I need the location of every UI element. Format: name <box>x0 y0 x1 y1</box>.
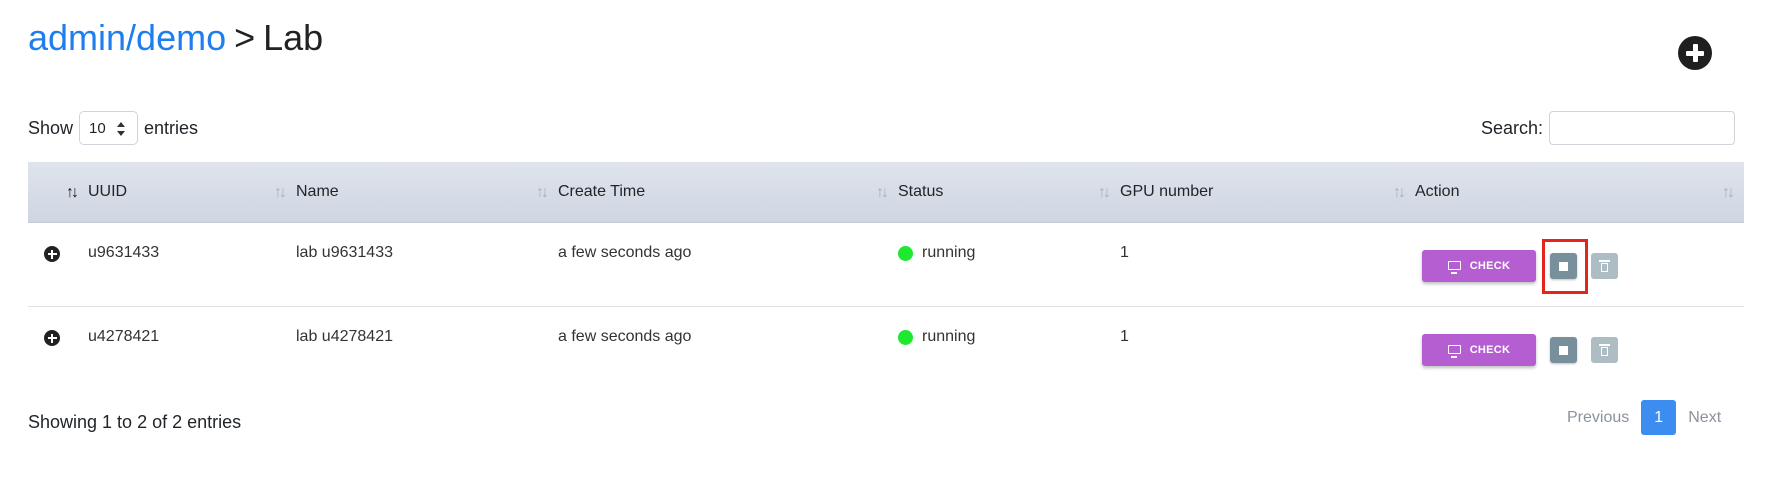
expand-row-icon[interactable] <box>44 246 60 262</box>
add-lab-button[interactable] <box>1678 36 1712 70</box>
name-cell: lab u9631433 <box>296 244 393 261</box>
gpu-number-cell: 1 <box>1120 244 1129 261</box>
sort-icon: ↑↓ <box>1722 184 1735 201</box>
status-cell: running <box>898 307 1120 391</box>
sort-icon: ↑↓ <box>1098 184 1111 201</box>
table-row: u9631433 lab u9631433 a few seconds ago … <box>28 223 1744 307</box>
sort-icon: ↑↓ <box>536 184 549 201</box>
column-header-label: Create Time <box>558 183 646 200</box>
stop-icon <box>1559 261 1568 271</box>
check-button-label: CHECK <box>1469 260 1511 272</box>
lab-table: ↑↓ UUID ↑↓ Name ↑↓ Create Time ↑↓ Status… <box>28 162 1744 391</box>
status-indicator: running <box>898 244 1120 262</box>
column-header-label: Status <box>898 183 944 200</box>
column-header-expand[interactable]: ↑↓ <box>28 162 88 222</box>
expand-cell <box>28 223 88 306</box>
table-header: ↑↓ UUID ↑↓ Name ↑↓ Create Time ↑↓ Status… <box>28 162 1744 223</box>
monitor-icon <box>1447 260 1461 274</box>
name-cell: lab u4278421 <box>296 328 393 345</box>
trash-icon <box>1599 344 1610 356</box>
entries-length-control: Show 10 entries <box>28 111 198 145</box>
search-input[interactable] <box>1549 111 1735 145</box>
status-text: running <box>922 328 976 345</box>
expand-row-icon[interactable] <box>44 330 60 346</box>
breadcrumb-link-admin-demo[interactable]: admin/demo <box>28 17 226 58</box>
action-cell: CHECK <box>1415 223 1744 306</box>
delete-button[interactable] <box>1591 337 1618 363</box>
page-title: Lab <box>263 17 324 58</box>
stop-button[interactable] <box>1550 337 1577 363</box>
column-header-action[interactable]: Action ↑↓ <box>1415 162 1744 222</box>
uuid-cell: u9631433 <box>88 244 160 261</box>
column-header-label: Action <box>1415 183 1460 200</box>
status-dot-icon <box>898 329 913 345</box>
column-header-label: Name <box>296 183 339 200</box>
breadcrumb-separator: > <box>234 17 256 58</box>
search-control: Search: <box>1481 111 1735 145</box>
column-header-name[interactable]: Name ↑↓ <box>296 162 558 222</box>
status-cell: running <box>898 223 1120 306</box>
sort-icon: ↑↓ <box>66 184 79 201</box>
stop-icon <box>1559 345 1568 355</box>
table-info: Showing 1 to 2 of 2 entries <box>28 412 242 432</box>
pagination: Previous 1 Next <box>1567 400 1721 435</box>
next-page-button[interactable]: Next <box>1688 409 1721 427</box>
monitor-icon <box>1447 344 1461 358</box>
delete-button[interactable] <box>1591 253 1618 279</box>
entries-per-page-value: 10 <box>89 119 106 137</box>
sort-icon: ↑↓ <box>274 184 287 201</box>
trash-icon <box>1599 260 1610 272</box>
column-header-status[interactable]: Status ↑↓ <box>898 162 1120 222</box>
column-header-gpu-number[interactable]: GPU number ↑↓ <box>1120 162 1415 222</box>
check-button[interactable]: CHECK <box>1422 334 1536 366</box>
uuid-cell: u4278421 <box>88 328 160 345</box>
show-label: Show <box>28 117 74 138</box>
stop-button[interactable] <box>1550 253 1577 279</box>
status-dot-icon <box>898 245 913 261</box>
column-header-label: UUID <box>88 183 128 200</box>
search-label: Search: <box>1480 117 1543 138</box>
check-button-label: CHECK <box>1469 344 1511 356</box>
column-header-label: GPU number <box>1120 183 1214 200</box>
table-row: u4278421 lab u4278421 a few seconds ago … <box>28 307 1744 391</box>
select-arrows-icon <box>117 122 126 136</box>
column-header-create-time[interactable]: Create Time ↑↓ <box>558 162 898 222</box>
sort-icon: ↑↓ <box>876 184 889 201</box>
expand-cell <box>28 307 88 391</box>
action-cell: CHECK <box>1415 307 1744 391</box>
page-1-button[interactable]: 1 <box>1641 400 1677 435</box>
check-button[interactable]: CHECK <box>1422 250 1536 282</box>
column-header-uuid[interactable]: UUID ↑↓ <box>88 162 296 222</box>
previous-page-button[interactable]: Previous <box>1567 409 1629 427</box>
breadcrumb: admin/demo > Lab <box>28 14 323 62</box>
entries-per-page-select[interactable]: 10 <box>79 111 139 145</box>
status-indicator: running <box>898 328 1120 346</box>
status-text: running <box>922 244 976 261</box>
sort-icon: ↑↓ <box>1393 184 1406 201</box>
entries-label: entries <box>144 117 199 138</box>
gpu-number-cell: 1 <box>1120 328 1129 345</box>
create-time-cell: a few seconds ago <box>558 328 692 345</box>
create-time-cell: a few seconds ago <box>558 244 692 261</box>
